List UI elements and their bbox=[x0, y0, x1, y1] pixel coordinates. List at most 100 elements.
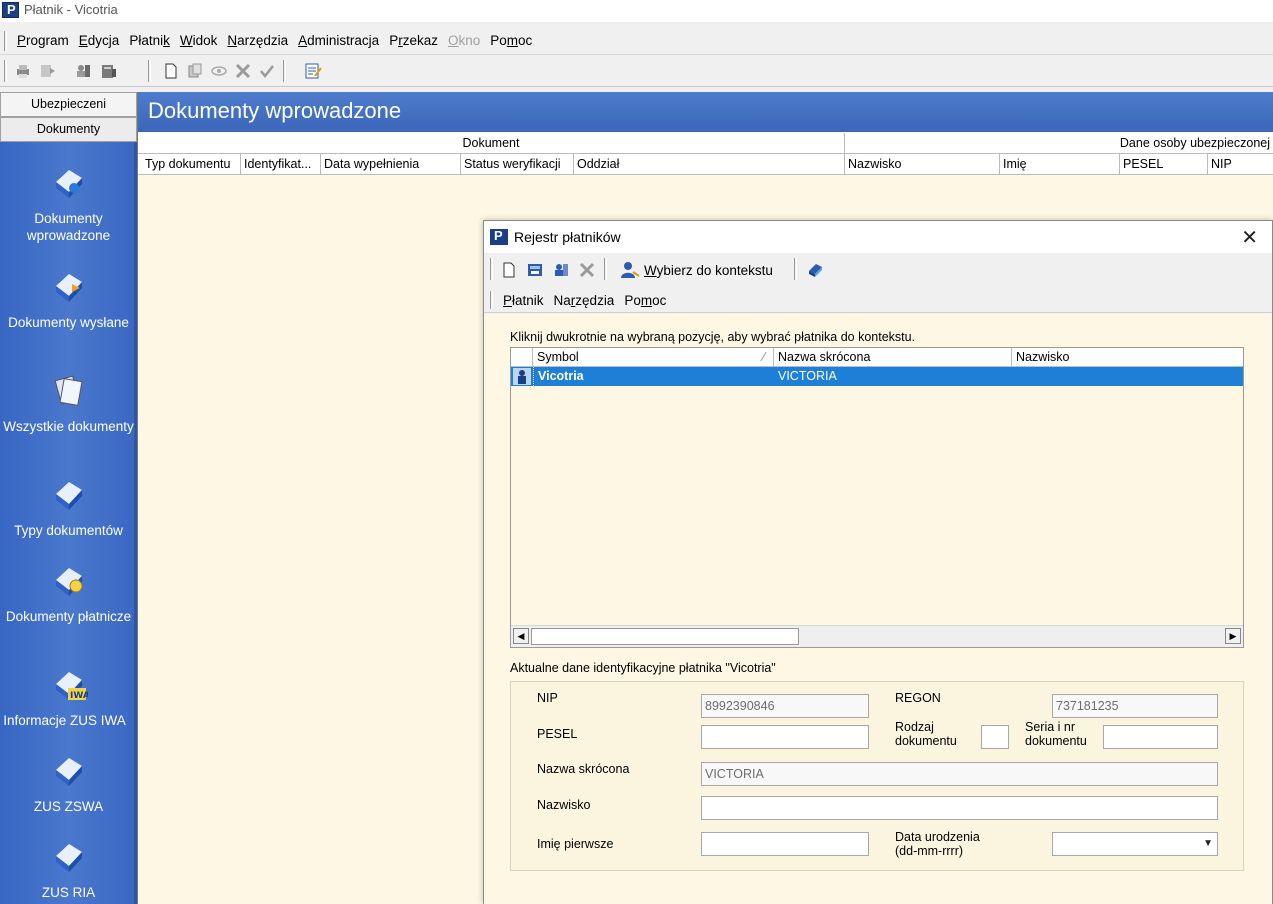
select-context-label: Wybierz do kontekstu bbox=[644, 262, 773, 278]
dialog-menu-pomoc[interactable]: Pomoc bbox=[621, 293, 673, 308]
menu-administracja[interactable]: Administracja bbox=[295, 33, 386, 48]
horizontal-scrollbar[interactable]: ◀ ▶ bbox=[511, 625, 1243, 647]
nav-dokumenty-wyslane[interactable]: Dokumenty wysłane bbox=[0, 268, 137, 331]
surname-field[interactable] bbox=[701, 796, 1218, 820]
cell-symbol: Vicotria bbox=[533, 367, 774, 386]
menu-edycja[interactable]: Edycja bbox=[76, 33, 127, 48]
regon-label: REGON bbox=[895, 691, 941, 705]
menu-widok[interactable]: Widok bbox=[177, 33, 225, 48]
scroll-thumb[interactable] bbox=[531, 628, 799, 645]
payer-register-dialog: P Rejestr płatników ✕ Wybierz do konteks… bbox=[483, 220, 1273, 904]
pesel-label: PESEL bbox=[537, 727, 578, 741]
select-context-button[interactable]: Wybierz do kontekstu bbox=[620, 259, 773, 281]
nav-dokumenty-wprowadzone[interactable]: Dokumenty wprowadzone bbox=[0, 164, 137, 244]
payer-list: Symbol ⁄ Nazwa skrócona Nazwisko Vicotri… bbox=[510, 347, 1244, 648]
close-icon[interactable]: ✕ bbox=[1241, 225, 1258, 250]
column-header[interactable]: Imię bbox=[1000, 154, 1120, 175]
delete-payer-icon[interactable] bbox=[576, 259, 598, 281]
navigation-panel: Ubezpieczeni Dokumenty Dokumenty wprowad… bbox=[0, 92, 137, 904]
nav-label: Dokumenty wprowadzone bbox=[26, 211, 111, 243]
navigation-items: Dokumenty wprowadzone Dokumenty wysłane … bbox=[0, 142, 137, 904]
zus-zswa-icon bbox=[55, 758, 82, 786]
print-preview-icon[interactable] bbox=[36, 60, 58, 82]
column-header-symbol[interactable]: Symbol ⁄ bbox=[533, 348, 774, 367]
menu-okno[interactable]: Okno bbox=[445, 33, 487, 48]
all-documents-icon bbox=[54, 375, 83, 406]
cell-nazwa: VICTORIA bbox=[778, 369, 837, 383]
birthdate-label-line: Data urodzenia bbox=[895, 830, 980, 844]
scroll-left-icon[interactable]: ◀ bbox=[513, 628, 529, 644]
birthdate-label-line: (dd-mm-rrrr) bbox=[895, 844, 964, 858]
rodzaj-label-line: dokumentu bbox=[895, 734, 957, 748]
edit-document-icon[interactable] bbox=[302, 60, 324, 82]
column-header-nazwa[interactable]: Nazwa skrócona bbox=[774, 348, 1012, 367]
chevron-down-icon: ▼ bbox=[1203, 838, 1213, 849]
menu-grip bbox=[490, 291, 493, 309]
toolbar-grip bbox=[4, 60, 7, 82]
nip-field[interactable]: 8992390846 bbox=[701, 694, 869, 718]
table-row[interactable]: Vicotria VICTORIA bbox=[511, 367, 1243, 386]
column-header[interactable]: Nazwisko bbox=[845, 154, 1000, 175]
tab-dokumenty[interactable]: Dokumenty bbox=[0, 117, 137, 142]
dialog-menu: Płatnik Narzędzia Pomoc bbox=[500, 293, 673, 308]
dialog-menu-płatnik[interactable]: Płatnik bbox=[500, 293, 551, 308]
print-icon[interactable] bbox=[12, 60, 34, 82]
find-document-icon[interactable] bbox=[98, 60, 120, 82]
column-header[interactable]: Status weryfikacji bbox=[461, 154, 574, 175]
new-payer-icon[interactable] bbox=[498, 259, 520, 281]
view-header: Dokumenty wprowadzone bbox=[138, 92, 1273, 132]
main-menu: Program Edycja Płatnik Widok Narzędzia Admini… bbox=[14, 33, 539, 48]
nav-label: Dokumenty wysłane bbox=[8, 315, 129, 330]
pesel-field[interactable] bbox=[701, 725, 869, 749]
menu-narzędzia[interactable]: Narzędzia bbox=[224, 33, 295, 48]
document-type-field[interactable] bbox=[981, 725, 1009, 749]
column-header[interactable]: NIP bbox=[1208, 154, 1273, 175]
payment-documents-icon bbox=[55, 568, 82, 596]
column-header[interactable]: Identyfikat... bbox=[241, 154, 321, 175]
find-payer-icon[interactable] bbox=[550, 259, 572, 281]
document-number-field[interactable] bbox=[1103, 725, 1218, 749]
title-bar: P Płatnik - Vicotria bbox=[0, 0, 1273, 22]
short-name-field[interactable]: VICTORIA bbox=[701, 762, 1218, 786]
new-document-icon[interactable] bbox=[160, 60, 182, 82]
menu-program[interactable]: Program bbox=[14, 33, 76, 48]
view-icon[interactable] bbox=[208, 60, 230, 82]
nav-informacje-zus-iwa[interactable]: IWA Informacje ZUS IWA bbox=[0, 666, 137, 729]
dialog-title: Rejestr płatników bbox=[514, 229, 621, 245]
tab-ubezpieczeni[interactable]: Ubezpieczeni bbox=[0, 92, 137, 117]
nav-wszystkie-dokumenty[interactable]: Wszystkie dokumenty bbox=[0, 372, 137, 435]
dialog-menu-narzędzia[interactable]: Narzędzia bbox=[551, 293, 622, 308]
menu-przekaz[interactable]: Przekaz bbox=[386, 33, 445, 48]
scroll-right-icon[interactable]: ▶ bbox=[1225, 628, 1241, 644]
edit-payer-icon[interactable] bbox=[524, 259, 546, 281]
copy-document-icon[interactable] bbox=[184, 60, 206, 82]
dialog-toolbar: Wybierz do kontekstu bbox=[484, 255, 1272, 285]
nav-label: Typy dokumentów bbox=[14, 523, 123, 538]
column-header[interactable]: Data wypełnienia bbox=[321, 154, 461, 175]
nav-zus-ria[interactable]: ZUS RIA bbox=[0, 838, 137, 901]
seria-label: Seria i nr dokumentu bbox=[1025, 720, 1087, 748]
help-book-icon[interactable] bbox=[804, 259, 826, 281]
nav-label: ZUS ZSWA bbox=[33, 799, 104, 814]
delete-icon[interactable] bbox=[232, 60, 254, 82]
column-header-nazwisko[interactable]: Nazwisko bbox=[1012, 348, 1243, 367]
menu-płatnik[interactable]: Płatnik bbox=[126, 33, 177, 48]
first-name-field[interactable] bbox=[701, 832, 869, 856]
nav-dokumenty-platnicze[interactable]: Dokumenty płatnicze bbox=[0, 562, 137, 625]
nav-typy-dokumentow[interactable]: Typy dokumentów bbox=[0, 476, 137, 539]
column-header-icon bbox=[511, 348, 533, 367]
birthdate-select[interactable]: ▼ bbox=[1052, 832, 1218, 856]
column-header[interactable]: Oddział bbox=[574, 154, 845, 175]
payer-list-header: Symbol ⁄ Nazwa skrócona Nazwisko bbox=[511, 348, 1243, 367]
nav-label: ZUS RIA bbox=[41, 885, 96, 900]
column-header[interactable]: PESEL bbox=[1120, 154, 1208, 175]
rodzaj-label: Rodzaj dokumentu bbox=[895, 720, 957, 748]
nav-zus-zswa[interactable]: ZUS ZSWA bbox=[0, 752, 137, 815]
find-person-icon[interactable] bbox=[72, 60, 94, 82]
verify-check-icon[interactable] bbox=[256, 60, 278, 82]
documents-sent-icon bbox=[55, 274, 82, 302]
menu-pomoc[interactable]: Pomoc bbox=[487, 33, 539, 48]
grid-column-header: Typ dokumentu Identyfikat... Data wypełn… bbox=[138, 154, 1273, 175]
regon-field[interactable]: 737181235 bbox=[1052, 694, 1218, 718]
column-header[interactable]: Typ dokumentu bbox=[142, 154, 241, 175]
